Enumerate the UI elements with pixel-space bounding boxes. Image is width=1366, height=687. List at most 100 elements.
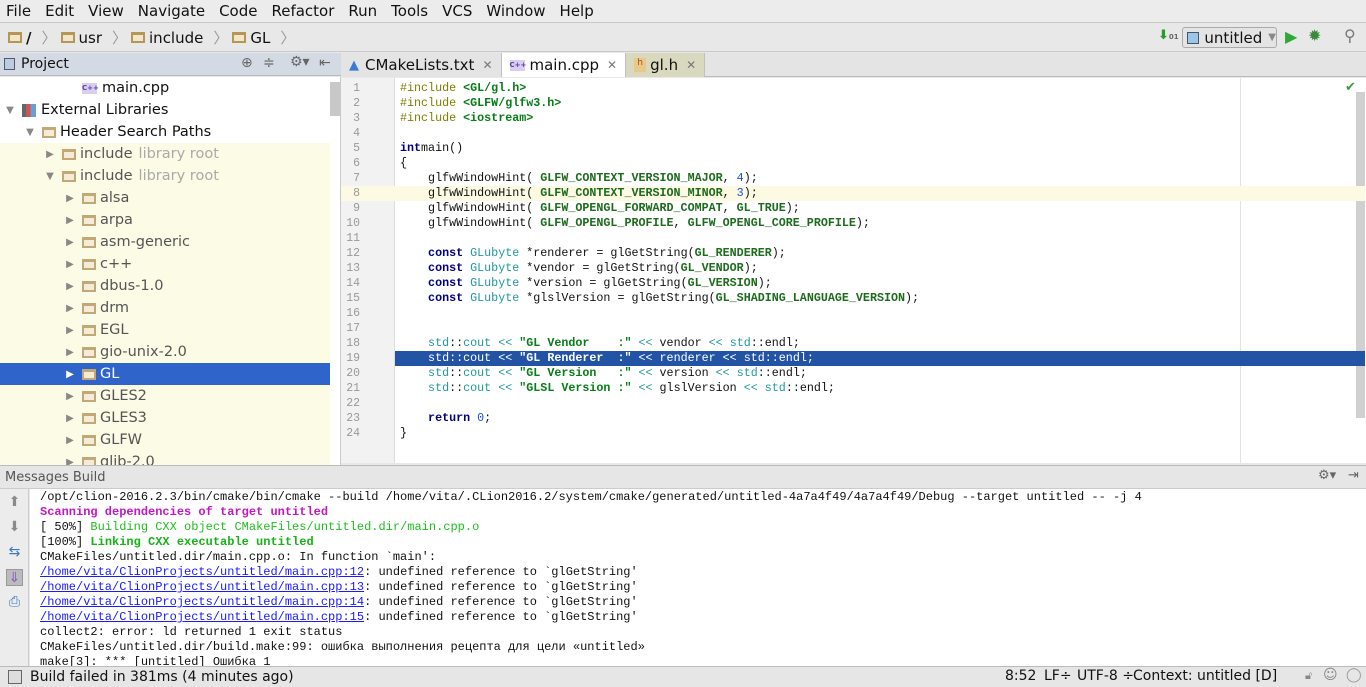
code-line[interactable] <box>395 231 1365 246</box>
breadcrumb-item[interactable]: GL <box>232 29 270 47</box>
menu-view[interactable]: View <box>88 2 124 20</box>
collapsed-arrow-icon[interactable]: ▶ <box>64 369 76 380</box>
inspector-icon[interactable]: ☺ <box>1323 667 1338 683</box>
code-line[interactable]: intmain() <box>395 141 1365 156</box>
source-link[interactable]: /home/vita/ClionProjects/untitled/main.c… <box>40 610 364 624</box>
gear-icon[interactable]: ⚙▾ <box>290 54 310 70</box>
collapsed-arrow-icon[interactable]: ▶ <box>64 347 76 358</box>
tree-item[interactable]: ▶ drm <box>0 297 330 319</box>
expanded-arrow-icon[interactable]: ▼ <box>4 105 16 116</box>
collapsed-arrow-icon[interactable]: ▶ <box>64 237 76 248</box>
lock-icon[interactable]: 🔓︎ <box>1305 669 1312 683</box>
code-line[interactable]: std::cout << "GL Renderer :" << renderer… <box>395 351 1365 366</box>
scroll-to-end-icon[interactable]: ⇓ <box>6 569 23 586</box>
tree-item[interactable]: C++ main.cpp <box>0 77 330 99</box>
menu-navigate[interactable]: Navigate <box>138 2 205 20</box>
breadcrumb-item[interactable]: include <box>131 29 203 47</box>
code-line[interactable]: glfwWindowHint( GLFW_CONTEXT_VERSION_MIN… <box>395 186 1365 201</box>
collapsed-arrow-icon[interactable]: ▶ <box>64 391 76 402</box>
code-line[interactable]: #include <iostream> <box>395 111 1365 126</box>
locate-icon[interactable]: ⊕ <box>241 55 253 71</box>
collapsed-arrow-icon[interactable]: ▶ <box>64 303 76 314</box>
tree-item[interactable]: ▶ GLES3 <box>0 407 330 429</box>
tab-gl-h[interactable]: h gl.h ✕ <box>626 53 706 77</box>
menu-tools[interactable]: Tools <box>391 2 428 20</box>
code-line[interactable]: } <box>395 426 1365 441</box>
source-link[interactable]: /home/vita/ClionProjects/untitled/main.c… <box>40 595 364 609</box>
collapsed-arrow-icon[interactable]: ▶ <box>64 325 76 336</box>
tree-scrollbar[interactable] <box>330 82 340 116</box>
code-line[interactable]: glfwWindowHint( GLFW_CONTEXT_VERSION_MAJ… <box>395 171 1365 186</box>
menu-file[interactable]: File <box>6 2 31 20</box>
tree-item[interactable]: ▶ alsa <box>0 187 330 209</box>
menu-edit[interactable]: Edit <box>45 2 74 20</box>
menu-vcs[interactable]: VCS <box>442 2 472 20</box>
tab-cmakelists-txt[interactable]: ▲ CMakeLists.txt ✕ <box>341 53 502 77</box>
code-line[interactable] <box>395 306 1365 321</box>
code-line[interactable]: const GLubyte *version = glGetString(GL_… <box>395 276 1365 291</box>
code-line[interactable] <box>395 321 1365 336</box>
run-icon[interactable]: ▶ <box>1285 27 1297 46</box>
arrow-down-icon[interactable]: ⬇ <box>6 519 23 536</box>
code-line[interactable]: const GLubyte *renderer = glGetString(GL… <box>395 246 1365 261</box>
tree-item[interactable]: ▶ include library root <box>0 143 330 165</box>
code-line[interactable] <box>395 126 1365 141</box>
tree-item[interactable]: ▶ asm-generic <box>0 231 330 253</box>
print-icon[interactable]: ⎙ <box>6 594 23 611</box>
code-line[interactable]: return 0; <box>395 411 1365 426</box>
tree-item[interactable]: ▼ Header Search Paths <box>0 121 330 143</box>
code-line[interactable]: #include <GLFW/glfw3.h> <box>395 96 1365 111</box>
notifications-icon[interactable]: ◯ <box>1346 667 1362 683</box>
code-line[interactable] <box>395 396 1365 411</box>
code-line[interactable]: glfwWindowHint( GLFW_OPENGL_FORWARD_COMP… <box>395 201 1365 216</box>
code-line[interactable]: glfwWindowHint( GLFW_OPENGL_PROFILE, GLF… <box>395 216 1365 231</box>
collapsed-arrow-icon[interactable]: ▶ <box>64 457 76 466</box>
menu-run[interactable]: Run <box>348 2 377 20</box>
tree-item[interactable]: ▶ arpa <box>0 209 330 231</box>
tree-item[interactable]: ▶ GLES2 <box>0 385 330 407</box>
code-line[interactable]: std::cout << "GL Version :" << version <… <box>395 366 1365 381</box>
soft-wrap-icon[interactable]: ⇆ <box>6 544 23 561</box>
run-config-select[interactable]: untitled ▼ <box>1182 27 1277 48</box>
arrow-up-icon[interactable]: ⬆ <box>6 494 23 511</box>
code-line[interactable]: #include <GL/gl.h> <box>395 81 1365 96</box>
code-line[interactable]: std::cout << "GLSL Version :" << glslVer… <box>395 381 1365 396</box>
code-editor[interactable]: 1 2 3 4 5 6 7 8 9 10 11 12 13 14 15 16 17 18 19 20 21 22 23 24 … <box>341 78 1366 463</box>
collapsed-arrow-icon[interactable]: ▶ <box>64 215 76 226</box>
context-selector[interactable]: Context: untitled [D] <box>1133 668 1277 684</box>
gear-icon[interactable]: ⚙▾ <box>1318 468 1336 483</box>
search-icon[interactable]: ⚲ <box>1344 26 1356 45</box>
tree-item[interactable]: ▶ dbus-1.0 <box>0 275 330 297</box>
collapsed-arrow-icon[interactable]: ▶ <box>64 259 76 270</box>
close-icon[interactable]: ✕ <box>607 58 617 72</box>
source-link[interactable]: /home/vita/ClionProjects/untitled/main.c… <box>40 580 364 594</box>
source-link[interactable]: /home/vita/ClionProjects/untitled/main.c… <box>40 565 364 579</box>
hide-icon[interactable]: ⇥ <box>1348 468 1359 483</box>
tree-item[interactable]: ▶ EGL <box>0 319 330 341</box>
panel-toggle-icon[interactable] <box>8 670 22 684</box>
collapse-icon[interactable]: ≑ <box>263 55 275 71</box>
code-line[interactable]: std::cout << "GL Vendor :" << vendor << … <box>395 336 1365 351</box>
collapsed-arrow-icon[interactable]: ▶ <box>64 435 76 446</box>
tree-item[interactable]: ▶ gio-unix-2.0 <box>0 341 330 363</box>
close-icon[interactable]: ✕ <box>482 58 492 72</box>
expanded-arrow-icon[interactable]: ▼ <box>24 127 36 138</box>
breadcrumb-item[interactable]: usr <box>60 29 102 47</box>
breadcrumb-item[interactable]: / <box>8 29 31 47</box>
tree-item[interactable]: ▶ glib-2.0 <box>0 451 330 465</box>
caret-position[interactable]: 8:52 <box>1005 668 1036 684</box>
collapsed-arrow-icon[interactable]: ▶ <box>44 149 56 160</box>
collapsed-arrow-icon[interactable]: ▶ <box>64 413 76 424</box>
code-line[interactable]: { <box>395 156 1365 171</box>
tree-item[interactable]: ▼ include library root <box>0 165 330 187</box>
build-icon[interactable]: ⬇01 <box>1158 28 1179 43</box>
menu-window[interactable]: Window <box>486 2 545 20</box>
debug-icon[interactable]: ✹ <box>1308 26 1321 45</box>
tree-item[interactable]: ▶ GL <box>0 363 330 385</box>
encoding[interactable]: UTF-8 ÷ <box>1077 668 1134 684</box>
close-icon[interactable]: ✕ <box>686 58 696 72</box>
tree-item[interactable]: ▼ External Libraries <box>0 99 330 121</box>
menu-code[interactable]: Code <box>219 2 257 20</box>
tab-main-cpp[interactable]: C++ main.cpp ✕ <box>501 53 627 77</box>
hide-icon[interactable]: ⇤ <box>319 55 331 71</box>
